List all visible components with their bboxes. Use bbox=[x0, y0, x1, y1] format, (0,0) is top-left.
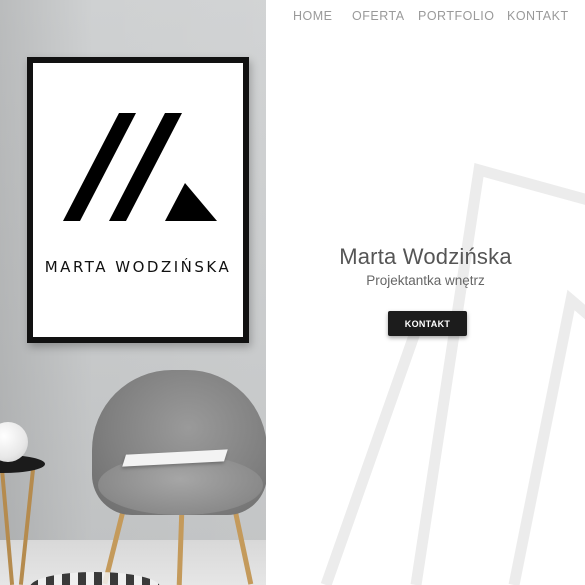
designer-name: Marta Wodzińska bbox=[339, 244, 512, 269]
logo-mark-icon bbox=[63, 113, 217, 221]
poster-name: MARTA WODZIŃSKA bbox=[44, 258, 232, 276]
poster-frame: MARTA WODZIŃSKA bbox=[27, 57, 249, 343]
contact-button[interactable]: KONTAKT bbox=[388, 311, 467, 336]
decor-line bbox=[320, 328, 422, 585]
logo-stroke-right bbox=[165, 183, 217, 221]
main-nav: HOME OFERTA PORTFOLIO KONTAKT bbox=[266, 9, 585, 27]
decor-line bbox=[508, 289, 585, 585]
nav-kontakt[interactable]: KONTAKT bbox=[507, 9, 569, 23]
poster: MARTA WODZIŃSKA bbox=[33, 63, 243, 337]
hero-photo: MARTA WODZIŃSKA bbox=[0, 0, 266, 585]
designer-title: Projektantka wnętrz bbox=[366, 273, 485, 288]
nav-portfolio[interactable]: PORTFOLIO bbox=[418, 9, 495, 23]
nav-home[interactable]: HOME bbox=[293, 9, 333, 23]
background-decoration bbox=[320, 163, 585, 585]
page: MARTA WODZIŃSKA HOME OFERTA PORTFOLIO KO… bbox=[0, 0, 585, 585]
nav-oferta[interactable]: OFERTA bbox=[352, 9, 405, 23]
